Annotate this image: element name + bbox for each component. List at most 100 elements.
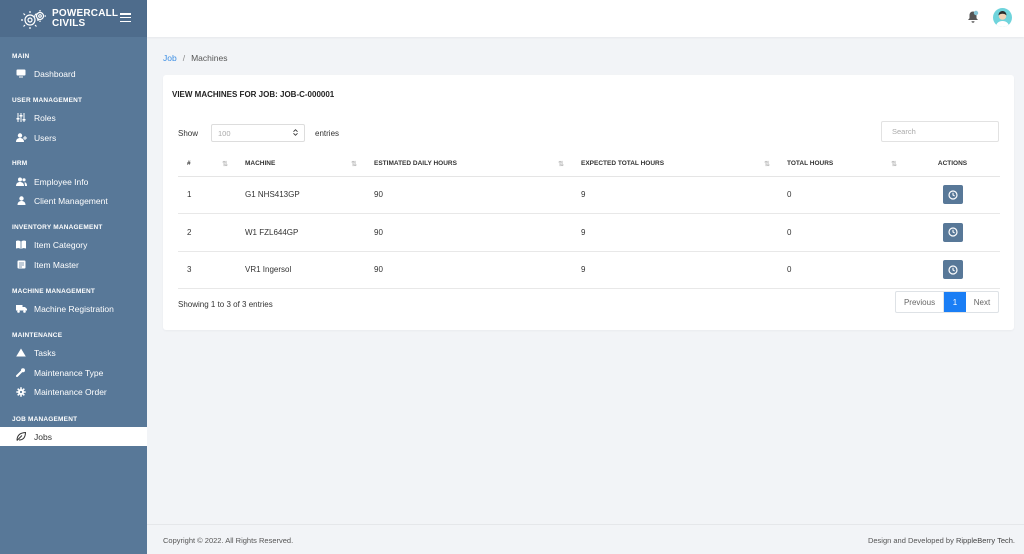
column-label: MACHINE: [245, 159, 276, 167]
pagination: Previous 1 Next: [895, 291, 999, 313]
sidebar-item-label: Item Category: [34, 239, 88, 250]
sidebar-item-machine-registration[interactable]: Machine Registration: [0, 299, 147, 318]
cell-actions: [905, 251, 1000, 289]
search-input[interactable]: [881, 121, 999, 142]
sidebar-item-employee-info[interactable]: Employee Info: [0, 172, 147, 191]
column-header-number[interactable]: # ⇅: [178, 151, 236, 177]
pagination-page-current[interactable]: 1: [944, 292, 966, 312]
cell-estimated-daily-hours: 90: [365, 176, 572, 214]
pagination-previous[interactable]: Previous: [896, 292, 944, 312]
sort-icon: ⇅: [764, 161, 770, 168]
breadcrumb-link-job[interactable]: Job: [163, 53, 177, 63]
sidebar-item-item-master[interactable]: Item Master: [0, 255, 147, 274]
brand-name: POWERCALL CIVILS: [52, 7, 119, 29]
sort-icon: ⇅: [891, 161, 897, 168]
sidebar-item-label: Item Master: [34, 259, 79, 270]
clock-button[interactable]: [942, 260, 963, 280]
sidebar-item-label: Dashboard: [34, 68, 76, 79]
entries-control: Show 100 entries: [178, 124, 339, 142]
sidebar-item-label: Maintenance Order: [34, 386, 107, 397]
table-header-row: # ⇅ MACHINE ⇅ ESTIMATED DAILY HOURS ⇅ EXPEC…: [178, 151, 1000, 177]
sidebar-item-jobs[interactable]: Jobs: [0, 427, 147, 446]
section-job-management: JOB MANAGEMENT: [12, 416, 78, 423]
footer: Copyright © 2022. All Rights Reserved. D…: [147, 524, 1024, 554]
cell-total-hours: 0: [778, 251, 905, 289]
machines-card: VIEW MACHINES FOR JOB: JOB-C-000001 Show…: [163, 75, 1014, 330]
cell-actions: [905, 176, 1000, 214]
footer-credit-prefix: Design and Developed by: [867, 536, 954, 545]
sidebar-item-maintenance-type[interactable]: Maintenance Type: [0, 363, 147, 382]
brand-line2: CIVILS: [52, 17, 86, 29]
cell-actions: [905, 213, 1000, 252]
section-maintenance: MAINTENANCE: [12, 332, 63, 339]
brand: POWERCALL CIVILS: [0, 0, 147, 37]
sidebar-item-maintenance-order[interactable]: Maintenance Order: [0, 382, 147, 401]
breadcrumb-separator: /: [182, 53, 186, 63]
sidebar-item-dashboard[interactable]: Dashboard: [0, 64, 147, 83]
triangle-icon: [15, 348, 27, 358]
gear-icon: [15, 386, 27, 397]
avatar[interactable]: [993, 8, 1012, 27]
wrench-icon: [15, 368, 27, 378]
sidebar-item-client-management[interactable]: Client Management: [0, 191, 147, 210]
sidebar-item-label: Employee Info: [34, 176, 89, 187]
section-inventory-management: INVENTORY MANAGEMENT: [12, 224, 103, 231]
clock-button[interactable]: [942, 185, 963, 205]
cell-estimated-daily-hours: 90: [365, 213, 572, 252]
column-header-machine[interactable]: MACHINE ⇅: [236, 151, 365, 177]
sidebar-item-label: Roles: [34, 112, 56, 123]
entries-value: 100: [218, 128, 231, 138]
sidebar-item-roles[interactable]: Roles: [0, 108, 147, 127]
footer-credit: Design and Developed by RippleBerry Tech…: [868, 536, 1015, 545]
sidebar-item-label: Machine Registration: [34, 303, 114, 314]
column-header-expected-total-hours[interactable]: EXPECTED TOTAL HOURS ⇅: [572, 151, 778, 177]
table-info: Showing 1 to 3 of 3 entries: [178, 300, 273, 309]
column-label: TOTAL HOURS: [787, 159, 834, 167]
user-plus-icon: [15, 133, 27, 143]
cell-number: 3: [178, 251, 236, 289]
sidebar-item-tasks[interactable]: Tasks: [0, 343, 147, 362]
column-header-total-hours[interactable]: TOTAL HOURS ⇅: [778, 151, 905, 177]
book-icon: [15, 240, 27, 250]
section-user-management: USER MANAGEMENT: [12, 97, 83, 104]
sidebar-item-label: Users: [34, 132, 57, 143]
cell-total-hours: 0: [778, 213, 905, 252]
sort-icon: ⇅: [222, 161, 228, 168]
table-row: 1 G1 NHS413GP 90 9 0: [178, 176, 1000, 214]
sidebar-item-item-category[interactable]: Item Category: [0, 235, 147, 254]
cell-expected-total-hours: 9: [572, 213, 778, 252]
column-label: #: [187, 159, 191, 167]
brand-line1: POWERCALL: [52, 7, 119, 19]
sort-icon: ⇅: [351, 161, 357, 168]
cell-number: 1: [178, 176, 236, 214]
section-hrm: HRM: [12, 160, 28, 167]
list-icon: [15, 260, 27, 270]
show-label: Show: [178, 128, 199, 138]
column-header-estimated-daily-hours[interactable]: ESTIMATED DAILY HOURS ⇅: [365, 151, 572, 177]
clock-icon: [947, 227, 958, 237]
entries-select[interactable]: 100: [211, 124, 306, 142]
cell-machine: W1 FZL644GP: [236, 213, 365, 252]
sort-icon: ⇅: [558, 161, 564, 168]
sidebar-item-users[interactable]: Users: [0, 128, 147, 147]
page-title: VIEW MACHINES FOR JOB: JOB-C-000001: [172, 90, 335, 99]
footer-copyright: Copyright © 2022. All Rights Reserved.: [163, 536, 294, 545]
clock-button[interactable]: [942, 222, 963, 242]
pagination-next[interactable]: Next: [966, 292, 998, 312]
footer-credit-link[interactable]: RippleBerry Tech.: [956, 536, 1015, 545]
section-main: MAIN: [12, 53, 30, 60]
sidebar-item-label: Jobs: [34, 431, 52, 442]
column-header-actions: ACTIONS: [905, 151, 1000, 177]
table-row: 3 VR1 Ingersol 90 9 0: [178, 251, 1000, 289]
user-icon: [15, 196, 27, 206]
cell-expected-total-hours: 9: [572, 176, 778, 214]
cell-machine: VR1 Ingersol: [236, 251, 365, 289]
bell-icon[interactable]: [967, 10, 979, 24]
menu-toggle-icon[interactable]: [120, 13, 131, 22]
sliders-icon: [15, 113, 27, 123]
sidebar-item-label: Maintenance Type: [34, 367, 104, 378]
clock-icon: [947, 190, 958, 200]
entries-label: entries: [315, 128, 340, 138]
column-label: EXPECTED TOTAL HOURS: [581, 159, 665, 167]
sidebar: POWERCALL CIVILS MAIN Dashboard USER MAN…: [0, 0, 147, 554]
